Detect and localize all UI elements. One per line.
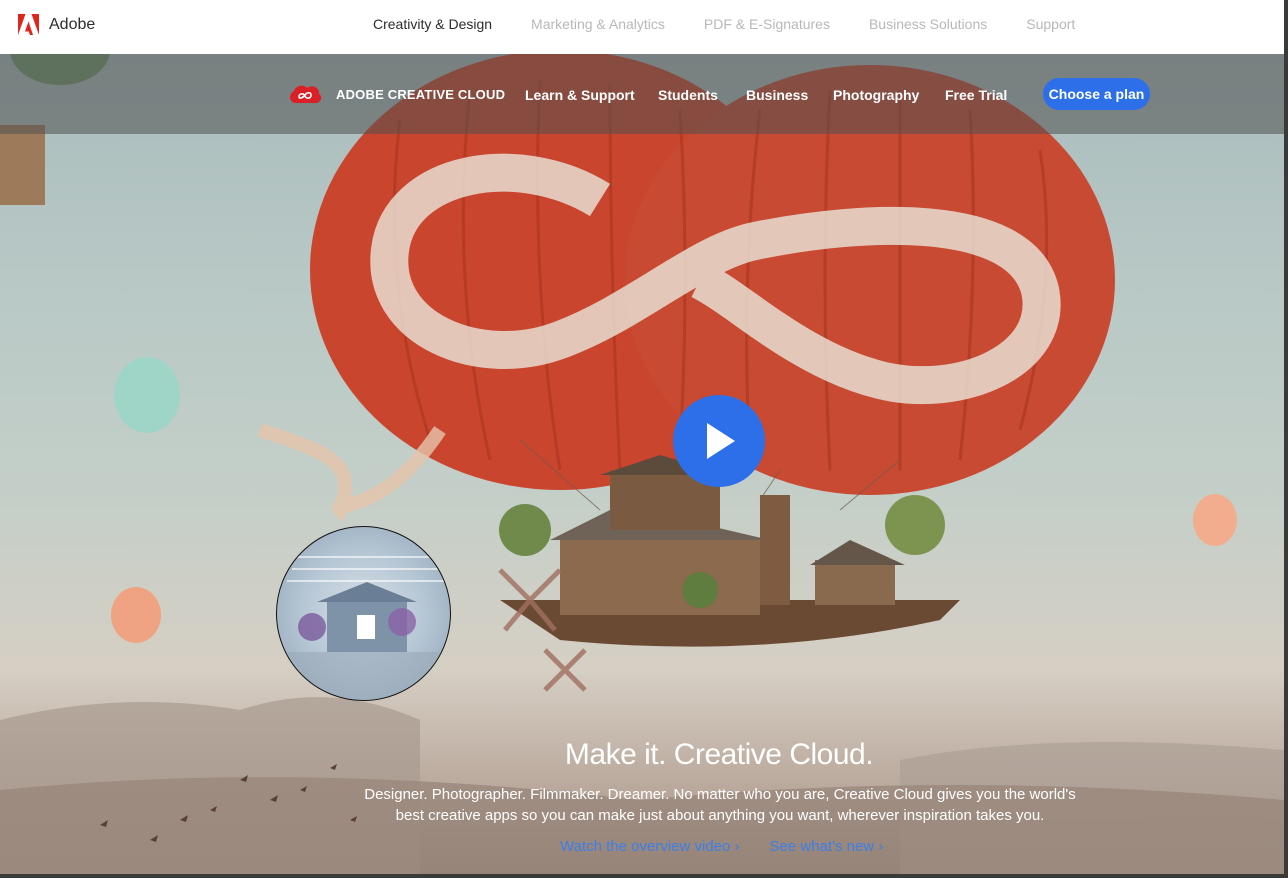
- magnifier-lens: [276, 526, 451, 701]
- see-whats-new-link[interactable]: See what's new ›: [770, 838, 884, 855]
- play-icon: [707, 423, 735, 459]
- hero-headline-wrap: Make it. Creative Cloud.: [0, 738, 1288, 772]
- creative-cloud-title[interactable]: ADOBE CREATIVE CLOUD: [336, 87, 505, 102]
- top-nav-creativity-design[interactable]: Creativity & Design: [373, 16, 492, 32]
- subnav-students[interactable]: Students: [658, 87, 718, 103]
- top-nav-marketing-analytics[interactable]: Marketing & Analytics: [531, 16, 665, 32]
- hero-links: Watch the overview video › See what's ne…: [560, 838, 883, 855]
- choose-plan-button[interactable]: Choose a plan: [1043, 78, 1150, 110]
- play-video-button[interactable]: [673, 395, 765, 487]
- window-edge-bottom: [0, 874, 1288, 878]
- adobe-logo-icon: [18, 14, 39, 35]
- creative-cloud-logo-icon[interactable]: [287, 82, 323, 108]
- magnified-house-image: [277, 556, 450, 700]
- adobe-brand[interactable]: Adobe: [18, 14, 95, 35]
- top-nav: Creativity & Design Marketing & Analytic…: [373, 16, 1114, 32]
- subnav-business[interactable]: Business: [746, 87, 808, 103]
- top-nav-support[interactable]: Support: [1026, 16, 1075, 32]
- watch-overview-video-link[interactable]: Watch the overview video ›: [560, 838, 740, 855]
- subnav-free-trial[interactable]: Free Trial: [945, 87, 1007, 103]
- brand-name: Adobe: [49, 15, 96, 33]
- hero-description: Designer. Photographer. Filmmaker. Dream…: [364, 786, 1076, 824]
- global-header: Adobe Creativity & Design Marketing & An…: [0, 0, 1284, 54]
- subnav-photography[interactable]: Photography: [833, 87, 919, 103]
- subnav-learn-support[interactable]: Learn & Support: [525, 87, 635, 103]
- top-nav-pdf-esignatures[interactable]: PDF & E-Signatures: [704, 16, 830, 32]
- top-nav-business-solutions[interactable]: Business Solutions: [869, 16, 987, 32]
- hero-headline: Make it. Creative Cloud.: [564, 738, 874, 771]
